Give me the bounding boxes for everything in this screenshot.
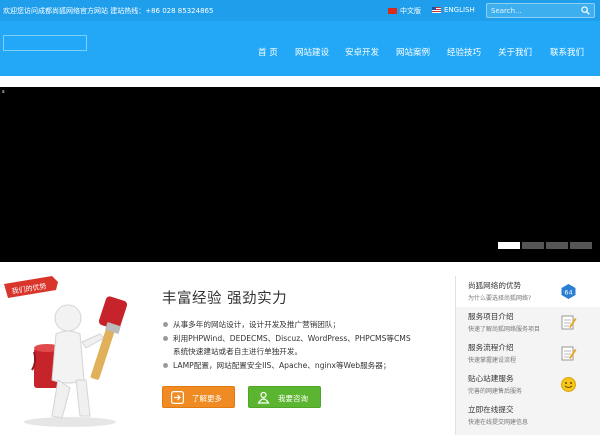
sidebar-item-subtitle: 完善的网建售后服务: [468, 388, 523, 395]
nav-contact[interactable]: 联系我们: [550, 46, 595, 58]
user-icon: [257, 391, 270, 404]
list-item: 利用PHPWind、DEDECMS、Discuz、WordPress、PHPCM…: [163, 332, 443, 359]
sidebar-item-subtitle: 为什么要选择尚狐网络?: [468, 295, 532, 302]
consult-label: 我要咨询: [278, 394, 308, 403]
list-item-text: LAMP配置，网站配置安全IIS、Apache、nginx等Web服务器；: [173, 360, 391, 370]
bullet-icon: [163, 362, 168, 368]
bullet-icon: [163, 322, 168, 327]
sidebar-item-title: 尚狐网络的优势: [468, 281, 522, 290]
learn-more-label: 了解更多: [192, 394, 222, 403]
sidebar-item-title: 服务流程介绍: [468, 343, 514, 352]
edit-note-icon: [561, 315, 577, 330]
slide-dot[interactable]: [498, 242, 520, 249]
sidebar-item-title: 立即在线提交: [468, 405, 514, 414]
lang-en-link[interactable]: ENGLISH: [432, 6, 475, 14]
feature-title: 丰富经验 强劲实力: [162, 291, 288, 307]
sidebar-item-support[interactable]: 贴心站建服务 完善的网建售后服务: [456, 369, 600, 400]
banner-mark: s: [2, 89, 5, 95]
site-header: 首 页 网站建设 安卓开发 网站案例 经验技巧 关于我们 联系我们: [0, 21, 600, 76]
list-item-text: 系统快速建站或者自主进行单独开发。: [173, 347, 303, 356]
sidebar-item-title: 服务项目介绍: [468, 312, 514, 321]
sidebar-item-subtitle: 快速了解尚狐网络服务项目: [468, 326, 541, 333]
sidebar-item-subtitle: 快速在线提交网建信息: [468, 419, 529, 426]
hero-banner[interactable]: s: [0, 87, 600, 262]
list-item-text: 利用PHPWind、DEDECMS、Discuz、WordPress、PHPCM…: [173, 333, 411, 343]
service-sidebar: 尚狐网络的优势 为什么要选择尚狐网络? 64 服务项目介绍 快速了解尚狐网络服务…: [455, 276, 600, 435]
nav-cases[interactable]: 网站案例: [396, 46, 447, 58]
search-icon[interactable]: [581, 6, 590, 15]
slide-dot[interactable]: [522, 242, 544, 249]
sidebar-item-advantage[interactable]: 尚狐网络的优势 为什么要选择尚狐网络? 64: [456, 276, 600, 307]
sidebar-item-submit[interactable]: 立即在线提交 快速在线提交网建信息: [456, 400, 600, 431]
list-item: 从事多年的网站设计，设计开发及推广营销团队；: [163, 318, 443, 332]
search-input[interactable]: [491, 5, 577, 16]
lang-cn-label: 中文版: [400, 7, 421, 15]
main-nav: 首 页 网站建设 安卓开发 网站案例 经验技巧 关于我们 联系我们: [258, 46, 595, 58]
lang-en-label: ENGLISH: [444, 6, 475, 14]
arrow-right-icon: [171, 391, 184, 404]
nav-tips[interactable]: 经验技巧: [447, 46, 498, 58]
bullet-icon: [163, 335, 168, 341]
edit-note-icon: [561, 346, 577, 361]
list-item: LAMP配置，网站配置安全IIS、Apache、nginx等Web服务器；: [163, 359, 443, 373]
learn-more-button[interactable]: 了解更多: [162, 386, 235, 408]
nav-web-build[interactable]: 网站建设: [295, 46, 345, 58]
slide-dot[interactable]: [570, 242, 592, 249]
sidebar-item-title: 贴心站建服务: [468, 374, 514, 383]
nav-android[interactable]: 安卓开发: [345, 46, 396, 58]
smiley-icon: [561, 377, 576, 392]
welcome-text: 欢迎您访问成都尚狐网络官方网站 建站热线：+86 028 85324865: [3, 7, 214, 15]
consult-button[interactable]: 我要咨询: [248, 386, 321, 408]
painter-illustration-icon: [24, 296, 128, 427]
slider-dots: [498, 242, 592, 249]
list-item-text: 从事多年的网站设计，设计开发及推广营销团队；: [173, 320, 341, 329]
lang-cn-link[interactable]: 中文版: [388, 6, 421, 16]
slide-dot[interactable]: [546, 242, 568, 249]
us-flag-icon: [432, 7, 441, 13]
feature-list: 从事多年的网站设计，设计开发及推广营销团队； 利用PHPWind、DEDECMS…: [163, 318, 443, 372]
china-flag-icon: [388, 8, 397, 14]
svg-text:64: 64: [564, 289, 572, 297]
sidebar-item-subtitle: 快速掌握建设流程: [468, 357, 517, 364]
nav-home[interactable]: 首 页: [258, 46, 295, 58]
nav-about[interactable]: 关于我们: [498, 46, 550, 58]
badge-64-icon: 64: [561, 284, 576, 299]
sidebar-item-process[interactable]: 服务流程介绍 快速掌握建设流程: [456, 338, 600, 369]
site-logo[interactable]: [3, 35, 87, 51]
search-box: [486, 3, 595, 18]
top-bar: 欢迎您访问成都尚狐网络官方网站 建站热线：+86 028 85324865 中文…: [0, 0, 600, 21]
sidebar-item-services[interactable]: 服务项目介绍 快速了解尚狐网络服务项目: [456, 307, 600, 338]
